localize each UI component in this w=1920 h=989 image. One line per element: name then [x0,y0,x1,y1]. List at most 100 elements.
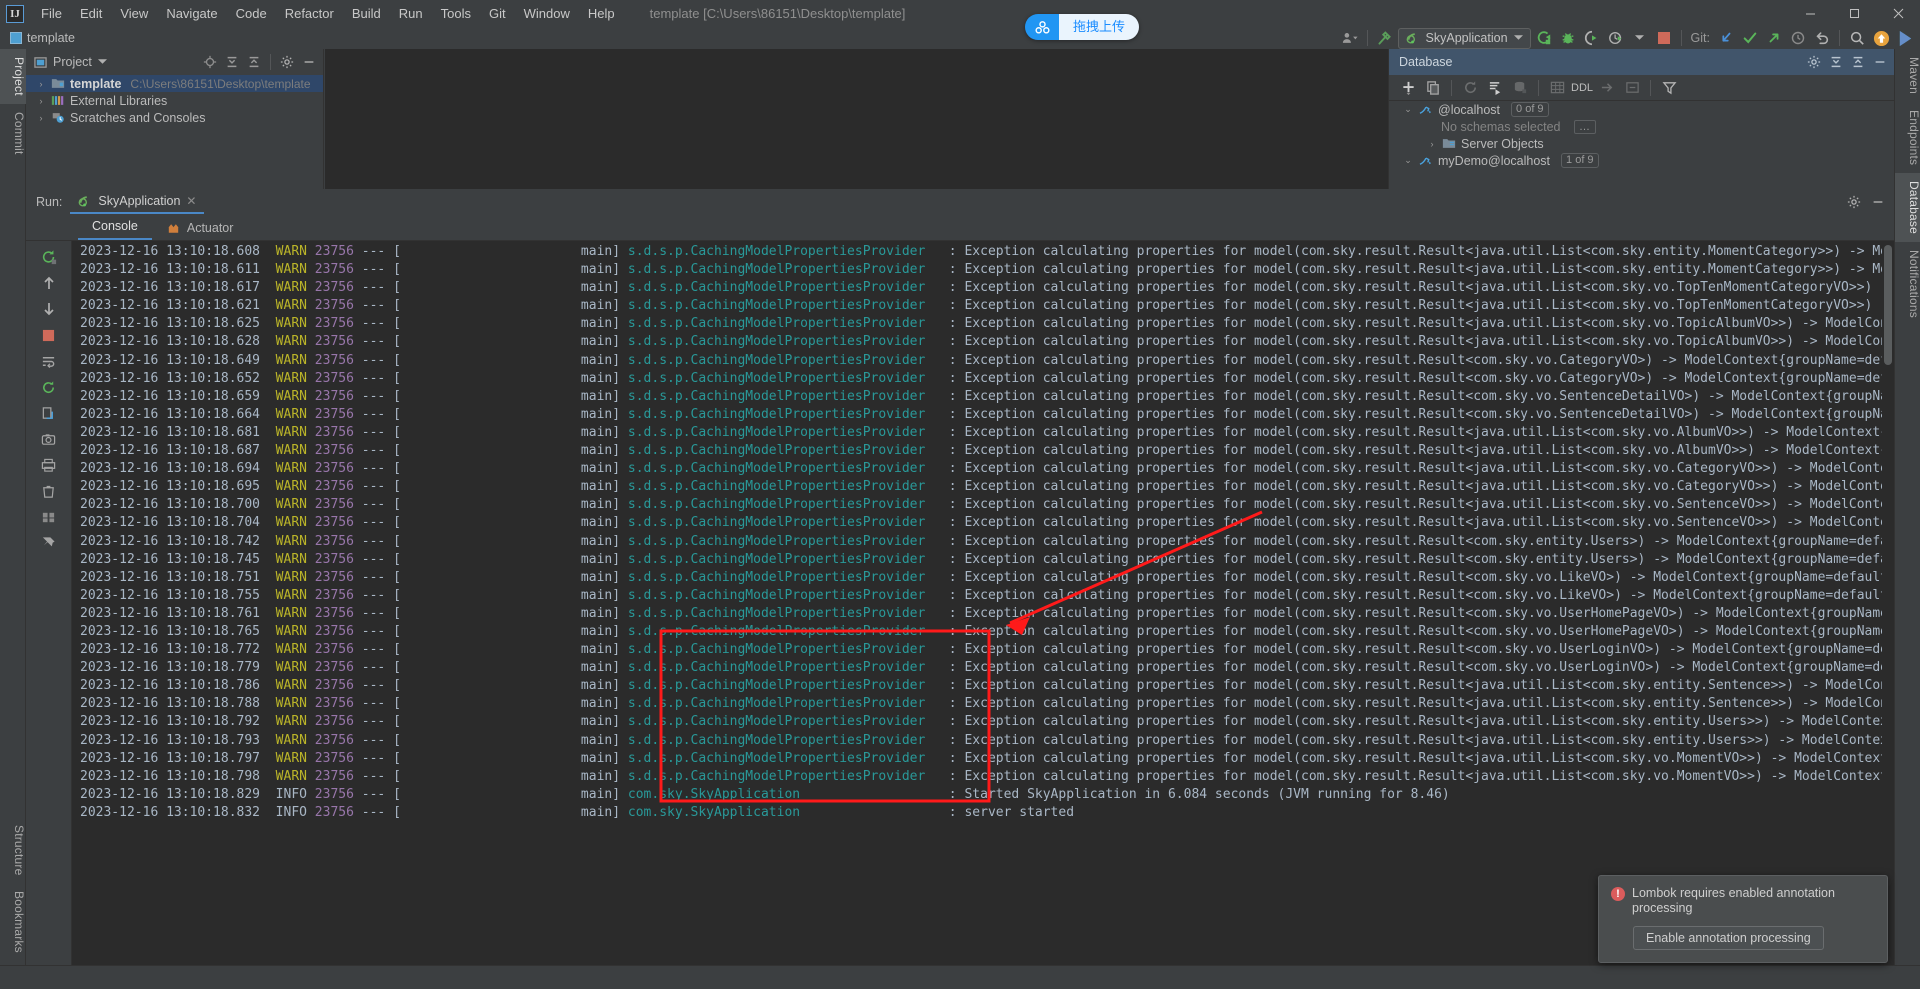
minimize-button[interactable] [1788,0,1832,27]
thread-dump-icon[interactable] [37,505,61,529]
chevron-right-icon[interactable]: › [36,96,46,106]
scroll-down-icon[interactable] [37,297,61,321]
menu-item-view[interactable]: View [111,3,157,24]
clear-all-icon[interactable] [37,479,61,503]
profiler-icon[interactable] [1605,27,1627,49]
hide-icon[interactable] [299,52,319,72]
menu-item-build[interactable]: Build [343,3,390,24]
close-button[interactable] [1876,0,1920,27]
expand-icon[interactable] [1621,77,1643,99]
search-everywhere-icon[interactable] [1846,27,1868,49]
restart-icon[interactable] [37,375,61,399]
stop-icon[interactable] [1653,27,1675,49]
menu-item-navigate[interactable]: Navigate [157,3,226,24]
run-configuration-selector[interactable]: SkyApplication [1398,28,1531,49]
db-tree-item-server-objects[interactable]: › Server Objects [1389,135,1894,152]
settings-gear-icon[interactable] [1844,192,1864,212]
tab-console[interactable]: Console [78,216,152,240]
add-plus-icon[interactable] [1397,77,1419,99]
scroll-up-icon[interactable] [37,271,61,295]
refresh-icon[interactable] [1459,77,1481,99]
project-panel-title-group[interactable]: Project [34,55,107,69]
hide-icon[interactable] [1868,192,1888,212]
tree-item-template[interactable]: › template C:\Users\86151\Desktop\templa… [26,75,323,92]
db-tree-item-no-schemas[interactable]: No schemas selected … [1389,118,1894,135]
git-history-icon[interactable] [1787,27,1809,49]
schema-chooser-button[interactable]: … [1574,120,1596,134]
maximize-button[interactable] [1832,0,1876,27]
git-push-icon[interactable] [1763,27,1785,49]
sidebar-item-bookmarks[interactable]: Bookmarks [0,883,26,961]
close-icon[interactable]: ✕ [186,194,196,208]
sidebar-item-maven[interactable]: Maven [1895,49,1920,102]
menu-item-refactor[interactable]: Refactor [276,3,343,24]
print-icon[interactable] [37,453,61,477]
rerun-icon[interactable] [37,245,61,269]
chevron-right-icon[interactable]: › [36,79,46,89]
settings-gear-icon[interactable] [1804,52,1824,72]
hide-icon[interactable] [1870,52,1890,72]
chevron-down-icon[interactable]: ⌄ [1403,155,1413,166]
collapse-all-icon[interactable] [1848,52,1868,72]
git-commit-icon[interactable] [1739,27,1761,49]
enable-annotation-processing-button[interactable]: Enable annotation processing [1633,926,1824,950]
jump-to-icon[interactable] [1596,77,1618,99]
tree-item-external-libraries[interactable]: › External Libraries [26,92,323,109]
tab-actuator[interactable]: Actuator [152,218,248,240]
git-update-icon[interactable] [1715,27,1737,49]
menu-item-file[interactable]: File [32,3,71,24]
filter-icon[interactable] [1658,77,1680,99]
log-thread: main] [401,316,628,331]
run-icon[interactable] [1533,27,1555,49]
console-scrollbar-thumb[interactable] [1884,245,1892,365]
collapse-all-icon[interactable] [244,52,264,72]
expand-all-icon[interactable] [1826,52,1846,72]
menu-item-git[interactable]: Git [480,3,515,24]
menu-item-window[interactable]: Window [515,3,579,24]
git-rollback-icon[interactable] [1811,27,1833,49]
hammer-build-icon[interactable] [1374,27,1396,49]
locate-icon[interactable] [200,52,220,72]
sidebar-item-endpoints[interactable]: Endpoints [1895,102,1920,173]
console-scrollbar[interactable] [1882,241,1894,965]
debug-icon[interactable] [1557,27,1579,49]
menu-item-tools[interactable]: Tools [432,3,480,24]
chevron-right-icon[interactable]: › [1427,139,1437,149]
sidebar-item-commit[interactable]: Commit [0,104,26,163]
soft-wrap-icon[interactable] [37,349,61,373]
chevron-right-icon[interactable]: › [36,113,46,123]
settings-gear-icon[interactable] [277,52,297,72]
tree-item-scratches-and-consoles[interactable]: › Scratches and Consoles [26,109,323,126]
pin-icon[interactable] [37,531,61,555]
run-sql-script-icon[interactable] [1484,77,1506,99]
db-tree-item-localhost[interactable]: ⌄ @localhost 0 of 9 [1389,101,1894,118]
menu-item-code[interactable]: Code [227,3,276,24]
chevron-down-icon[interactable]: ⌄ [1403,104,1413,115]
menu-item-edit[interactable]: Edit [71,3,111,24]
export-icon[interactable] [37,401,61,425]
menu-item-help[interactable]: Help [579,3,624,24]
expand-all-icon[interactable] [222,52,242,72]
chevron-down-icon[interactable] [1629,27,1651,49]
run-with-coverage-icon[interactable] [1581,27,1603,49]
sync-db-icon[interactable] [1509,77,1531,99]
menu-item-run[interactable]: Run [390,3,432,24]
user-avatar-icon[interactable] [1339,27,1361,49]
log-timestamp: 2023-12-16 13:10:18.772 [80,642,276,657]
updates-icon[interactable] [1870,27,1892,49]
ddl-icon[interactable]: DDL [1571,77,1593,99]
sidebar-item-structure[interactable]: Structure [0,817,26,884]
sidebar-item-database[interactable]: Database [1895,173,1920,242]
duplicate-icon[interactable] [1422,77,1444,99]
stop-icon[interactable] [37,323,61,347]
sidebar-item-notifications[interactable]: Notifications [1895,242,1920,326]
db-tree-item-mydemo-localhost[interactable]: ⌄ myDemo@localhost 1 of 9 [1389,152,1894,169]
console-output[interactable]: 2023-12-16 13:10:18.608 WARN 23756 --- [… [72,241,1894,965]
drag-upload-widget[interactable]: 拖拽上传 [1025,14,1139,40]
run-tab-skyapplication[interactable]: SkyApplication ✕ [70,191,204,214]
ide-feature-icon[interactable] [1894,27,1916,49]
table-editor-icon[interactable] [1546,77,1568,99]
sidebar-item-project[interactable]: Project [0,49,26,104]
camera-icon[interactable] [37,427,61,451]
breadcrumb[interactable]: template [10,31,75,45]
